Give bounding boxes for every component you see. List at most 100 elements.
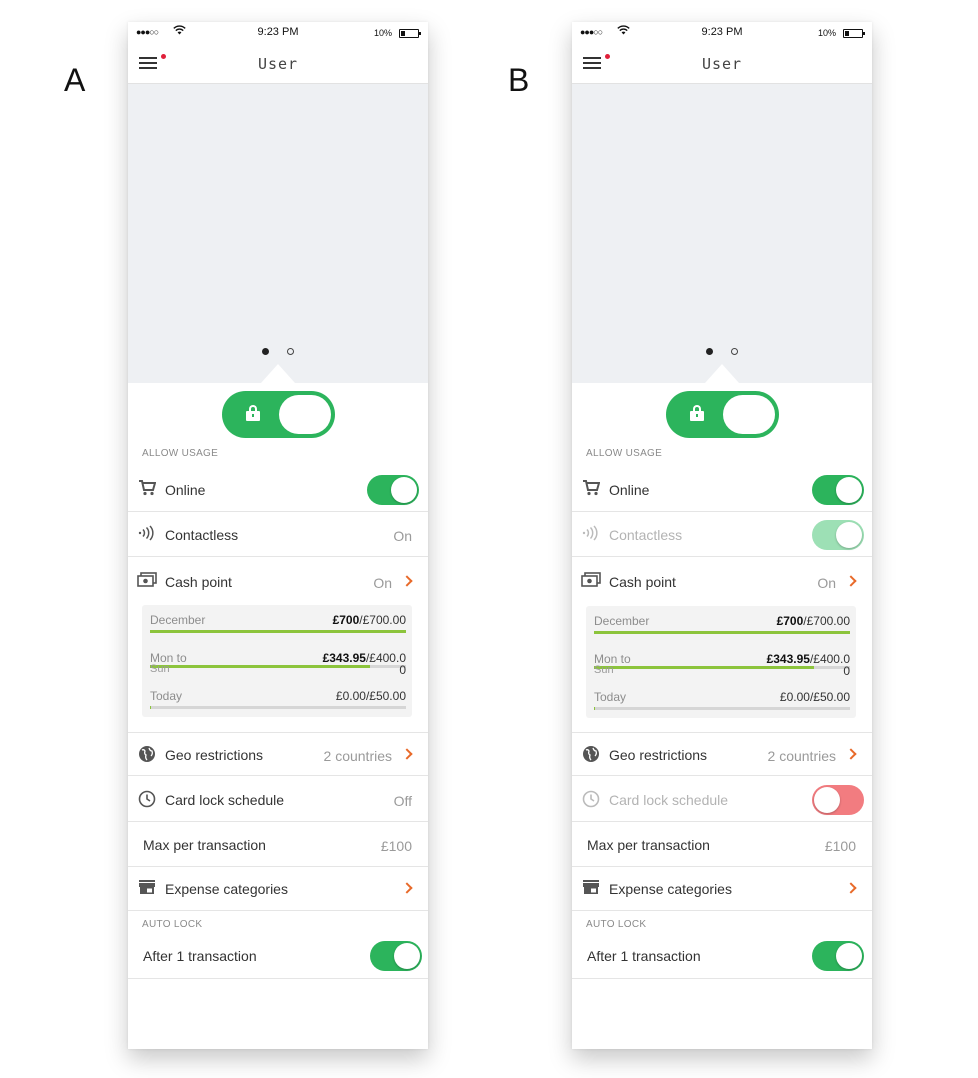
limit-today: Today £0.00/£50.00 bbox=[150, 689, 406, 719]
contactless-icon bbox=[581, 525, 601, 545]
row-geo-restrictions[interactable]: Geo restrictions 2 countries bbox=[128, 732, 428, 776]
limit-progress bbox=[594, 631, 850, 634]
cash-limits-panel: December £700/£700.00 Mon to £343.95/£40… bbox=[142, 605, 412, 717]
row-label: After 1 transaction bbox=[587, 948, 701, 964]
cash-limits-panel: December £700/£700.00 Mon to £343.95/£40… bbox=[586, 606, 856, 718]
globe-icon bbox=[581, 745, 601, 765]
chevron-right-icon bbox=[401, 882, 413, 894]
row-max-per-transaction[interactable]: Max per transaction £100 bbox=[128, 823, 428, 867]
nav-bar: User bbox=[128, 44, 428, 84]
row-value: 2 countries bbox=[767, 748, 836, 764]
row-auto-lock[interactable]: After 1 transaction bbox=[128, 934, 428, 979]
row-label: Geo restrictions bbox=[165, 747, 264, 763]
status-bar: ●●●○○ 9:23 PM 10% bbox=[572, 22, 872, 44]
row-auto-lock[interactable]: After 1 transaction bbox=[572, 934, 872, 979]
store-icon bbox=[581, 879, 601, 899]
limit-name-cont: Sun bbox=[594, 664, 614, 676]
online-switch[interactable] bbox=[812, 475, 864, 505]
chevron-right-icon bbox=[845, 882, 857, 894]
page-dot-active[interactable] bbox=[705, 348, 713, 356]
row-label: Expense categories bbox=[165, 881, 288, 897]
row-geo-restrictions[interactable]: Geo restrictions 2 countries bbox=[572, 732, 872, 776]
row-contactless[interactable]: Contactless bbox=[572, 513, 872, 557]
row-online[interactable]: Online bbox=[572, 468, 872, 512]
limit-progress bbox=[150, 665, 406, 668]
page-dot[interactable] bbox=[287, 348, 295, 356]
row-label: After 1 transaction bbox=[143, 948, 257, 964]
limit-name: Today bbox=[594, 690, 627, 704]
contactless-switch[interactable] bbox=[812, 520, 864, 550]
lock-icon bbox=[690, 405, 704, 421]
limit-amount-cont: 0 bbox=[843, 664, 850, 678]
page-dot[interactable] bbox=[731, 348, 739, 356]
card-carousel[interactable] bbox=[128, 84, 428, 383]
limit-amount: £700/£700.00 bbox=[776, 614, 850, 628]
row-label: Max per transaction bbox=[587, 837, 710, 853]
page-title: User bbox=[257, 55, 299, 73]
auto-lock-switch[interactable] bbox=[370, 941, 422, 971]
row-cash-point[interactable]: Cash point On bbox=[572, 560, 872, 604]
row-max-per-transaction[interactable]: Max per transaction £100 bbox=[572, 823, 872, 867]
clock-icon bbox=[581, 790, 601, 810]
contactless-icon bbox=[137, 525, 157, 545]
cash-icon bbox=[581, 572, 601, 592]
card-lock-schedule-switch[interactable] bbox=[812, 785, 864, 815]
chevron-right-icon bbox=[401, 575, 413, 587]
limit-amount: £0.00/£50.00 bbox=[779, 690, 850, 704]
limit-amount: £0.00/£50.00 bbox=[335, 689, 406, 703]
battery-percent: 10% bbox=[817, 28, 836, 38]
row-value: On bbox=[393, 528, 412, 544]
hero-notch bbox=[261, 364, 295, 383]
chevron-right-icon bbox=[845, 748, 857, 760]
chevron-right-icon bbox=[845, 575, 857, 587]
limit-amount: £343.95/£400.0 bbox=[322, 651, 406, 665]
row-label: Cash point bbox=[609, 574, 676, 590]
store-icon bbox=[137, 879, 157, 899]
battery-icon bbox=[843, 29, 865, 38]
row-contactless[interactable]: Contactless On bbox=[128, 513, 428, 557]
cart-icon bbox=[137, 480, 157, 500]
page-dot-active[interactable] bbox=[261, 348, 269, 356]
card-carousel[interactable] bbox=[572, 84, 872, 383]
toggle-knob bbox=[723, 395, 775, 434]
row-expense-categories[interactable]: Expense categories bbox=[128, 867, 428, 911]
row-value: £100 bbox=[824, 838, 856, 854]
battery-icon bbox=[399, 29, 421, 38]
variant-label-a: A bbox=[64, 62, 86, 98]
row-label: Geo restrictions bbox=[609, 747, 708, 763]
limit-progress bbox=[150, 630, 406, 633]
row-label: Card lock schedule bbox=[165, 792, 285, 808]
row-cash-point[interactable]: Cash point On bbox=[128, 560, 428, 604]
row-label: Cash point bbox=[165, 574, 232, 590]
limit-today: Today £0.00/£50.00 bbox=[594, 690, 850, 720]
row-online[interactable]: Online bbox=[128, 468, 428, 512]
row-label: Expense categories bbox=[609, 881, 732, 897]
section-allow-usage: ALLOW USAGE bbox=[586, 448, 663, 459]
chevron-right-icon bbox=[401, 748, 413, 760]
cart-icon bbox=[581, 480, 601, 500]
battery-percent: 10% bbox=[373, 28, 392, 38]
limit-name: December bbox=[150, 613, 206, 627]
variant-label-b: B bbox=[508, 62, 530, 98]
limit-name-cont: Sun bbox=[150, 663, 170, 675]
limit-name: December bbox=[594, 614, 650, 628]
row-value: 2 countries bbox=[323, 748, 392, 764]
status-bar: ●●●○○ 9:23 PM 10% bbox=[128, 22, 428, 44]
row-label: Contactless bbox=[165, 527, 239, 543]
globe-icon bbox=[137, 745, 157, 765]
auto-lock-switch[interactable] bbox=[812, 941, 864, 971]
online-switch[interactable] bbox=[367, 475, 419, 505]
row-value: £100 bbox=[380, 838, 412, 854]
card-lock-toggle[interactable] bbox=[666, 391, 779, 438]
row-card-lock-schedule[interactable]: Card lock schedule Off bbox=[128, 778, 428, 822]
row-card-lock-schedule[interactable]: Card lock schedule bbox=[572, 778, 872, 822]
section-auto-lock: AUTO LOCK bbox=[586, 919, 647, 930]
limit-amount: £343.95/£400.0 bbox=[766, 652, 850, 666]
section-allow-usage: ALLOW USAGE bbox=[142, 448, 219, 459]
row-label: Online bbox=[609, 482, 650, 498]
lock-icon bbox=[246, 405, 260, 421]
card-lock-toggle[interactable] bbox=[222, 391, 335, 438]
hero-notch bbox=[705, 364, 739, 383]
page-indicator bbox=[572, 343, 872, 361]
row-expense-categories[interactable]: Expense categories bbox=[572, 867, 872, 911]
